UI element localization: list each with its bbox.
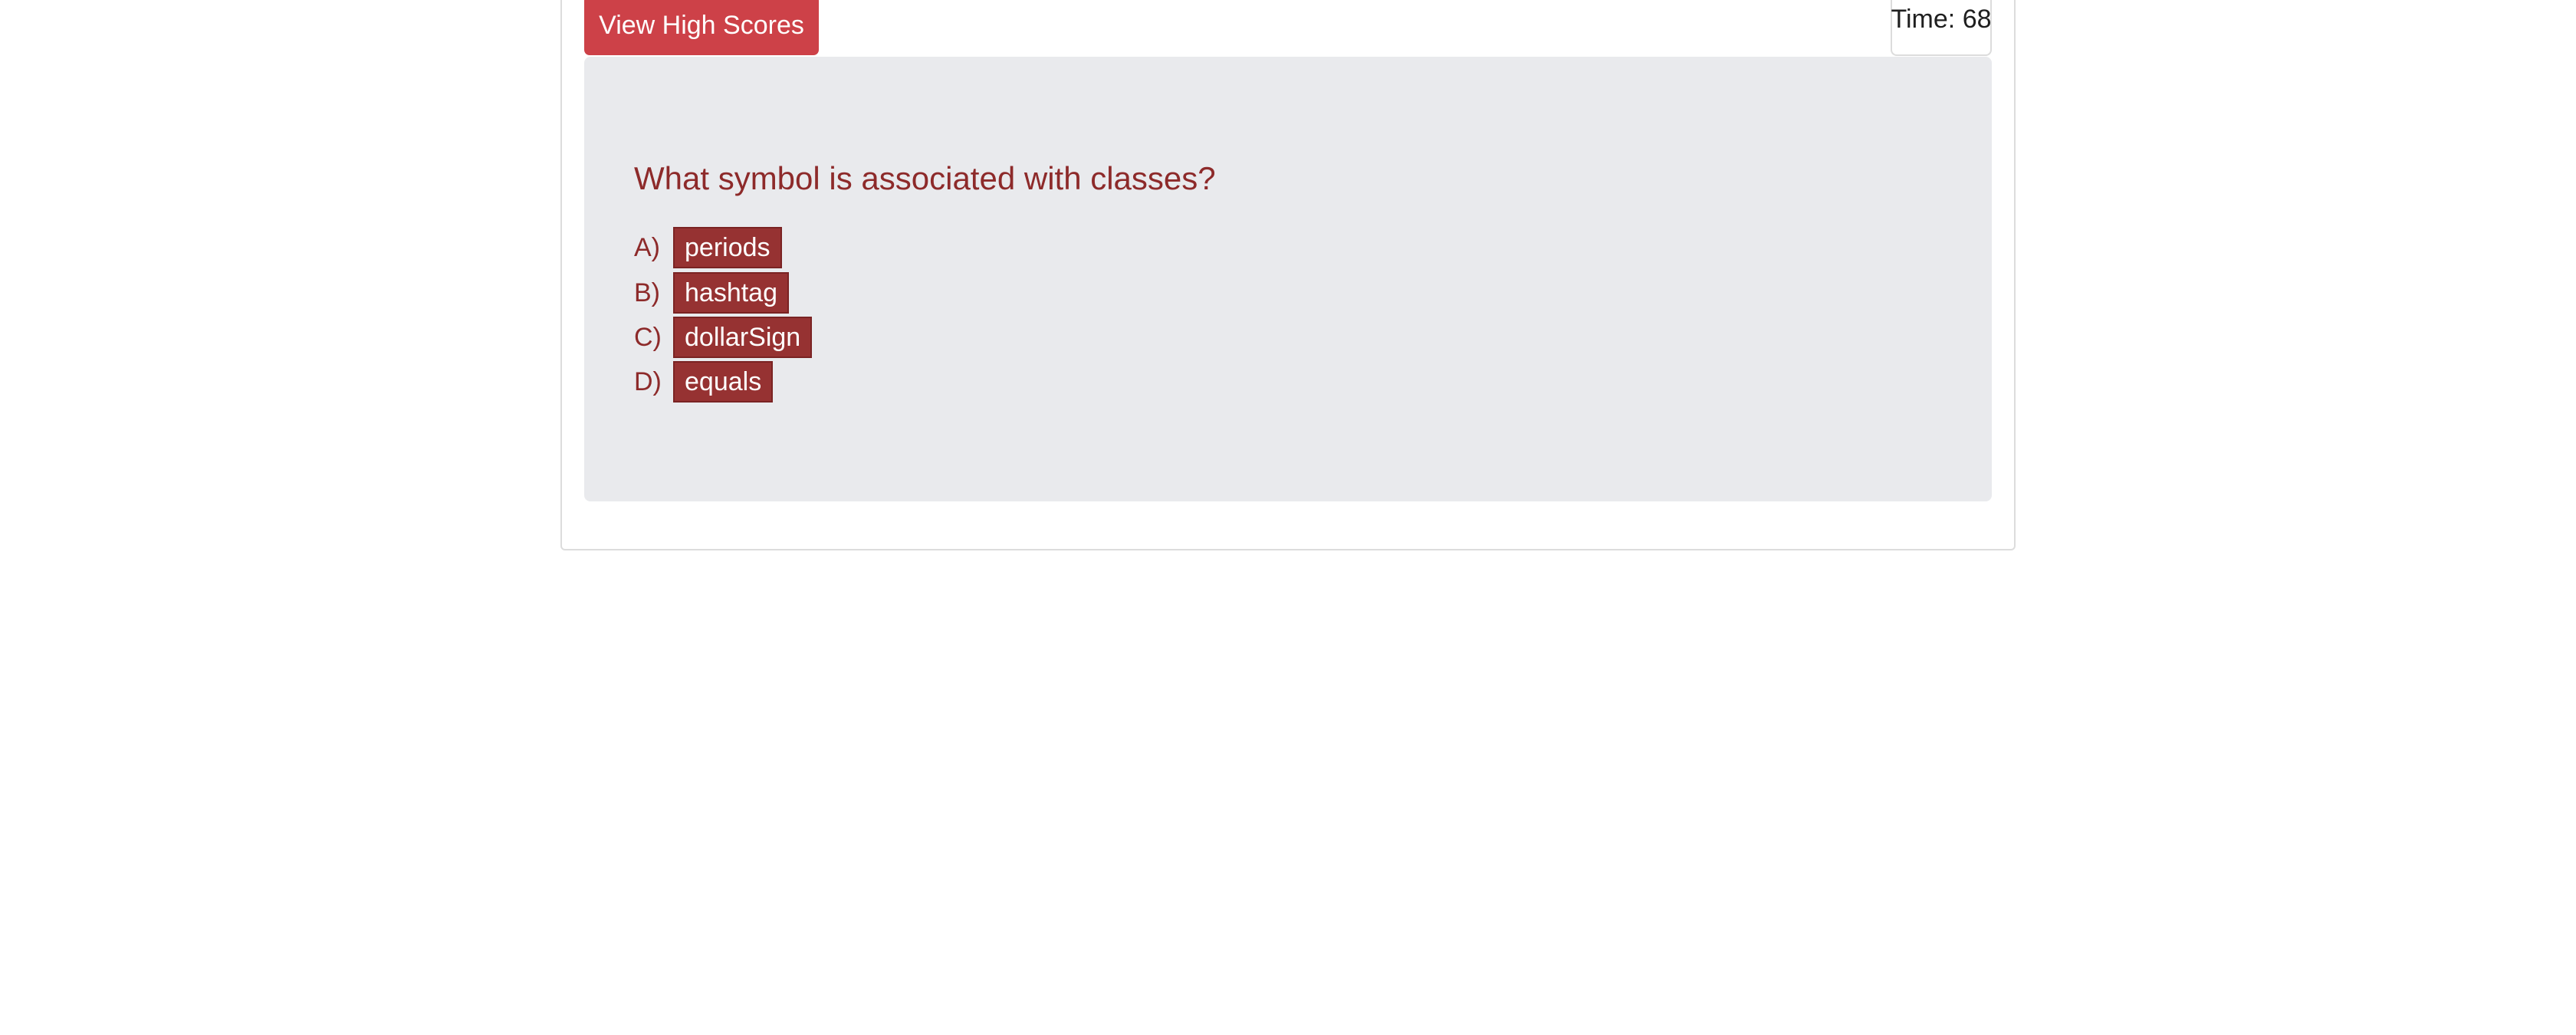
question-text: What symbol is associated with classes? xyxy=(634,160,1216,196)
choice-letter: D) xyxy=(634,366,662,396)
choice-row-c: C) dollarSign xyxy=(634,317,813,358)
choice-button-d[interactable]: equals xyxy=(673,361,774,402)
timer-value: 68 xyxy=(1962,5,1992,34)
choice-row-a: A) periods xyxy=(634,227,782,268)
timer: Time: 68 xyxy=(1891,3,1992,35)
choice-letter: C) xyxy=(634,322,662,352)
question-panel xyxy=(584,57,1992,501)
choice-row-b: B) hashtag xyxy=(634,272,789,314)
view-high-scores-button[interactable]: View High Scores xyxy=(584,0,819,55)
choice-button-b[interactable]: hashtag xyxy=(673,272,789,314)
choice-row-d: D) equals xyxy=(634,361,774,402)
timer-label: Time: xyxy=(1891,5,1956,34)
choice-letter: B) xyxy=(634,278,660,307)
choice-button-a[interactable]: periods xyxy=(673,227,782,268)
choice-letter: A) xyxy=(634,232,660,262)
choice-button-c[interactable]: dollarSign xyxy=(673,317,813,358)
